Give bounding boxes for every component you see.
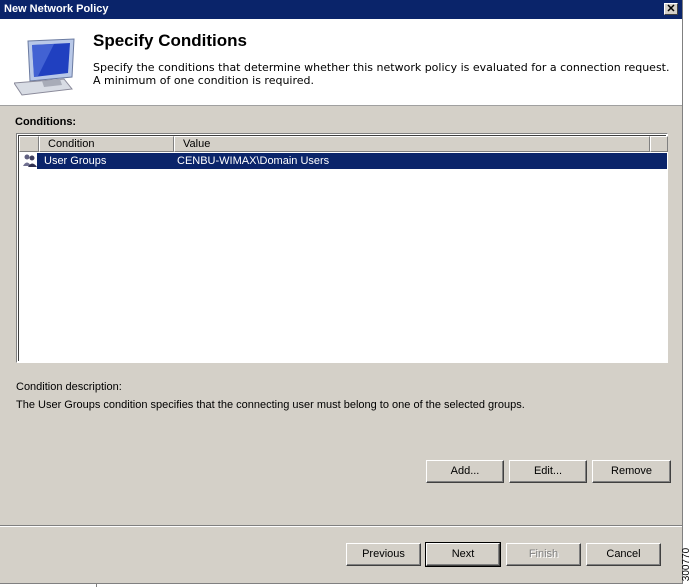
cancel-button[interactable]: Cancel bbox=[586, 543, 661, 566]
condition-description-text: The User Groups condition specifies that… bbox=[16, 399, 525, 411]
edit-button[interactable]: Edit... bbox=[509, 460, 587, 483]
title-bar[interactable]: New Network Policy ✕ bbox=[0, 0, 682, 19]
wizard-header: Specify Conditions Specify the condition… bbox=[0, 19, 682, 106]
value-cell: CENBU-WIMAX\Domain Users bbox=[177, 155, 330, 167]
figure-id-text: 300770 bbox=[681, 547, 693, 582]
next-button[interactable]: Next bbox=[425, 542, 501, 567]
page-title: Specify Conditions bbox=[93, 31, 247, 50]
close-icon: ✕ bbox=[666, 3, 676, 15]
footer-separator bbox=[0, 525, 682, 527]
add-button[interactable]: Add... bbox=[426, 460, 504, 483]
window-edge bbox=[96, 583, 683, 587]
table-row[interactable]: User Groups CENBU-WIMAX\Domain Users bbox=[37, 153, 667, 169]
column-header-icon[interactable] bbox=[19, 136, 39, 152]
finish-button[interactable]: Finish bbox=[506, 543, 581, 566]
column-header-condition[interactable]: Condition bbox=[39, 136, 174, 152]
figure-id: 300770 bbox=[681, 545, 696, 587]
previous-button[interactable]: Previous bbox=[346, 543, 421, 566]
condition-description-label: Condition description: bbox=[16, 381, 122, 393]
new-network-policy-dialog: New Network Policy ✕ Specify Conditions … bbox=[0, 0, 683, 584]
user-group-icon bbox=[23, 154, 37, 167]
close-button[interactable]: ✕ bbox=[664, 3, 678, 15]
page-description: Specify the conditions that determine wh… bbox=[93, 61, 670, 87]
monitor-icon bbox=[14, 38, 75, 96]
column-header-value[interactable]: Value bbox=[174, 136, 650, 152]
remove-button[interactable]: Remove bbox=[592, 460, 671, 483]
conditions-list[interactable]: Condition Value User Groups CENBU-WIMAX\… bbox=[16, 133, 668, 363]
condition-cell: User Groups bbox=[44, 155, 107, 167]
window-title: New Network Policy bbox=[4, 3, 109, 15]
column-header-filler bbox=[650, 136, 668, 152]
conditions-label: Conditions: bbox=[15, 116, 77, 128]
